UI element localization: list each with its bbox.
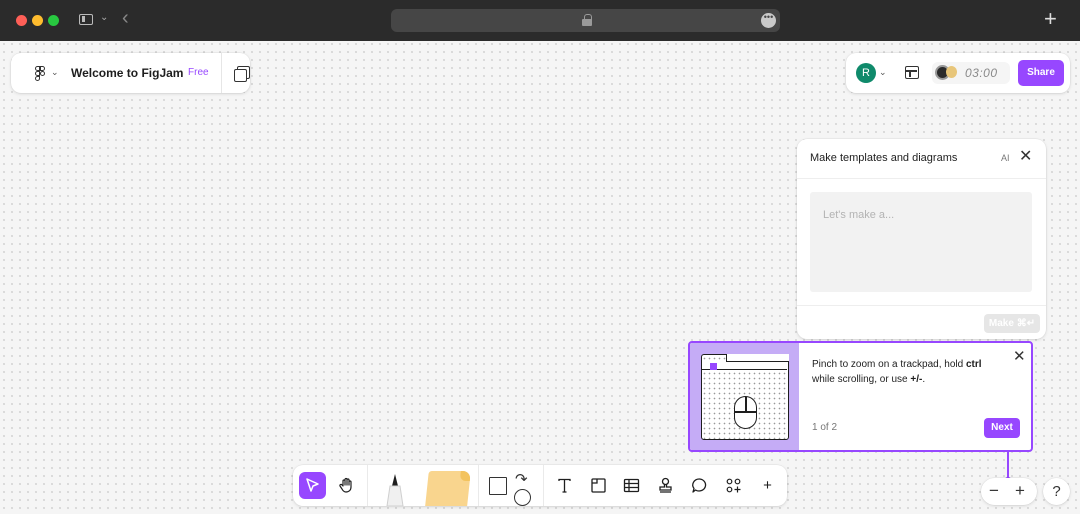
tip-counter: 1 of 2 bbox=[812, 422, 838, 433]
stamp-tool[interactable] bbox=[652, 472, 679, 499]
tip-text-part: while scrolling, or use bbox=[812, 374, 911, 385]
timer[interactable]: 03:00 bbox=[932, 62, 1010, 84]
chevron-down-icon[interactable]: ⌄ bbox=[100, 12, 108, 23]
layout-icon[interactable] bbox=[905, 66, 919, 79]
close-icon[interactable]: ✕ bbox=[1019, 149, 1032, 165]
tip-key-ctrl: ctrl bbox=[965, 359, 982, 370]
shape-icon[interactable] bbox=[489, 477, 507, 495]
browser-chrome: ⌄ ‹ ••• + bbox=[0, 0, 1080, 41]
new-tab-icon[interactable]: + bbox=[1044, 8, 1057, 30]
add-button[interactable]: + bbox=[754, 472, 781, 499]
connector-icon[interactable]: ↷ bbox=[515, 472, 528, 487]
voting-icon bbox=[946, 66, 957, 78]
pages-icon[interactable] bbox=[234, 66, 250, 82]
tip-pointer-line bbox=[1007, 452, 1009, 479]
templates-title: Make templates and diagrams bbox=[810, 152, 958, 164]
close-icon[interactable]: ✕ bbox=[1013, 349, 1026, 364]
minimize-window-button[interactable] bbox=[32, 15, 43, 26]
help-button[interactable]: ? bbox=[1043, 478, 1070, 505]
comment-tool[interactable] bbox=[686, 472, 713, 499]
tip-text: Pinch to zoom on a trackpad, hold ctrl w… bbox=[812, 357, 982, 387]
zoom-out-button[interactable]: − bbox=[989, 481, 999, 501]
tip-text-part: . bbox=[922, 374, 926, 385]
lock-icon bbox=[582, 14, 592, 26]
divider bbox=[478, 465, 479, 506]
header-right-panel: R ⌄ 03:00 Share bbox=[846, 53, 1070, 93]
mouse-icon bbox=[734, 396, 757, 429]
make-button[interactable]: Make ⌘↵ bbox=[984, 314, 1040, 333]
ai-label: AI bbox=[1001, 153, 1010, 163]
address-bar[interactable]: ••• bbox=[391, 9, 780, 32]
divider bbox=[367, 465, 368, 506]
divider bbox=[543, 465, 544, 506]
back-icon[interactable]: ‹ bbox=[122, 8, 129, 28]
bottom-toolbar: ↷ + bbox=[293, 465, 787, 506]
divider bbox=[797, 178, 1046, 179]
hand-icon bbox=[339, 477, 352, 493]
section-tool[interactable] bbox=[585, 472, 612, 499]
zoom-tip-card: Pinch to zoom on a trackpad, hold ctrl w… bbox=[688, 341, 1033, 452]
hand-tool[interactable] bbox=[333, 472, 360, 499]
section-icon bbox=[591, 478, 606, 493]
circle-shape-icon[interactable] bbox=[514, 489, 531, 506]
text-icon bbox=[558, 478, 571, 493]
zoom-in-button[interactable]: + bbox=[1015, 481, 1025, 501]
tip-key-plus-minus: +/- bbox=[910, 374, 923, 385]
sidebar-toggle-icon[interactable] bbox=[79, 14, 93, 25]
tip-text-part: Pinch to zoom on a trackpad, hold bbox=[812, 359, 966, 370]
share-button[interactable]: Share bbox=[1018, 60, 1064, 86]
timer-value: 03:00 bbox=[965, 66, 998, 80]
select-tool[interactable] bbox=[299, 472, 326, 499]
prompt-input[interactable] bbox=[810, 192, 1032, 292]
divider bbox=[797, 305, 1046, 306]
window-illustration bbox=[701, 354, 789, 440]
zoom-controls: − + bbox=[981, 478, 1037, 505]
avatar[interactable]: R bbox=[856, 63, 876, 83]
file-panel: ⌄ Welcome to FigJam Free bbox=[11, 53, 250, 93]
divider bbox=[221, 53, 222, 93]
chevron-down-icon[interactable]: ⌄ bbox=[879, 67, 887, 78]
marker-icon[interactable] bbox=[382, 472, 408, 506]
file-title[interactable]: Welcome to FigJam bbox=[71, 66, 183, 80]
figma-logo-icon[interactable] bbox=[35, 66, 46, 81]
templates-panel: Make templates and diagrams AI ✕ bbox=[797, 139, 1046, 339]
close-window-button[interactable] bbox=[16, 15, 27, 26]
window-tab bbox=[726, 354, 789, 362]
plan-badge[interactable]: Free bbox=[188, 67, 209, 78]
table-icon bbox=[623, 478, 640, 493]
text-tool[interactable] bbox=[551, 472, 578, 499]
comment-icon bbox=[692, 478, 707, 493]
more-tools-icon bbox=[726, 478, 741, 493]
maximize-window-button[interactable] bbox=[48, 15, 59, 26]
more-icon[interactable]: ••• bbox=[761, 13, 776, 28]
sticky-note-icon[interactable] bbox=[425, 471, 471, 506]
stamp-icon bbox=[659, 477, 672, 493]
table-tool[interactable] bbox=[618, 472, 645, 499]
tip-illustration bbox=[690, 343, 799, 450]
main-menu-chevron-icon[interactable]: ⌄ bbox=[51, 67, 59, 78]
window-square bbox=[710, 363, 717, 370]
next-button[interactable]: Next bbox=[984, 418, 1020, 438]
select-icon bbox=[306, 478, 319, 492]
more-tools[interactable] bbox=[720, 472, 747, 499]
